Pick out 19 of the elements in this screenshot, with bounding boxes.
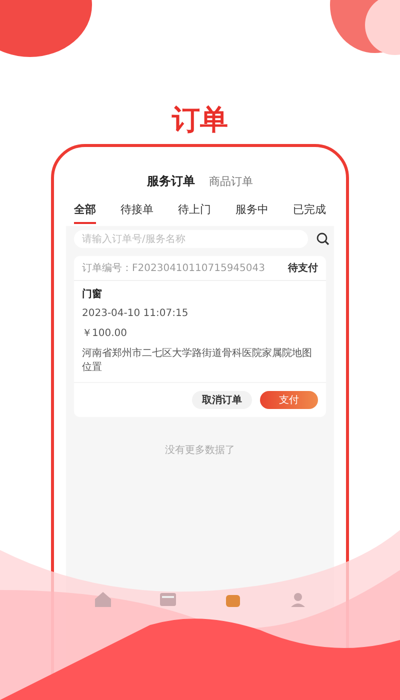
order-type-tab[interactable]: 服务订单 bbox=[147, 173, 195, 190]
order-time: 2023-04-10 11:07:15 bbox=[82, 308, 190, 319]
status-tab[interactable]: 服务中 bbox=[236, 202, 268, 224]
order-number: 订单编号：F20230410110715945043 bbox=[82, 262, 265, 275]
order-address: 河南省郑州市二七区大学路街道骨科医院家属院地图位置 bbox=[82, 347, 313, 374]
order-status: 待支付 bbox=[288, 262, 318, 275]
order-price: ￥100.00 bbox=[82, 327, 128, 340]
status-tab[interactable]: 待上门 bbox=[178, 202, 211, 224]
status-tab[interactable]: 待接单 bbox=[120, 202, 154, 224]
order-type-tab[interactable]: 商品订单 bbox=[209, 174, 253, 189]
page-headline: 订单 bbox=[172, 103, 228, 136]
service-name: 门窗 bbox=[82, 287, 103, 301]
home-icon[interactable] bbox=[92, 590, 112, 610]
search-icon[interactable] bbox=[316, 232, 330, 246]
end-of-list-note: 没有更多数据了 bbox=[164, 444, 236, 457]
search-field[interactable]: 请输入订单号/服务名称 bbox=[74, 230, 308, 248]
cancel-order-button[interactable]: 取消订单 bbox=[192, 391, 252, 409]
status-tab[interactable]: 已完成 bbox=[293, 202, 326, 224]
status-tab[interactable]: 全部 bbox=[74, 202, 96, 224]
